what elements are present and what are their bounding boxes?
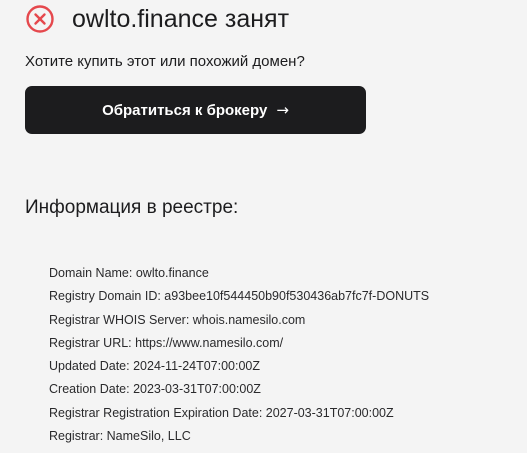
registry-info-heading: Информация в реестре: xyxy=(25,197,239,218)
domain-status-page: owlto.finance занят Хотите купить этот и… xyxy=(0,0,527,453)
whois-record-list: Domain Name: owlto.finance Registry Doma… xyxy=(49,262,429,448)
contact-broker-label: Обратиться к брокеру xyxy=(102,101,268,119)
whois-line-registry-domain-id: Registry Domain ID: a93bee10f544450b90f5… xyxy=(49,289,430,304)
x-circle-icon xyxy=(26,5,54,33)
domain-status-title: owlto.finance занят xyxy=(72,5,290,33)
arrow-right-icon: → xyxy=(276,101,289,119)
whois-line-expiration-date: Registrar Registration Expiration Date: … xyxy=(49,405,394,420)
whois-line-registrar-url: Registrar URL: https://www.namesilo.com/ xyxy=(49,335,284,350)
whois-line-domain-name: Domain Name: owlto.finance xyxy=(49,266,209,280)
domain-status-header: owlto.finance занят xyxy=(25,4,289,34)
buy-domain-question: Хотите купить этот или похожий домен? xyxy=(25,53,305,70)
contact-broker-button[interactable]: Обратиться к брокеру → xyxy=(25,86,366,134)
whois-line-creation-date: Creation Date: 2023-03-31T07:00:00Z xyxy=(49,382,261,397)
whois-line-whois-server: Registrar WHOIS Server: whois.namesilo.c… xyxy=(49,312,306,327)
whois-line-updated-date: Updated Date: 2024-11-24T07:00:00Z xyxy=(49,359,261,374)
whois-line-registrar: Registrar: NameSilo, LLC xyxy=(49,429,191,444)
